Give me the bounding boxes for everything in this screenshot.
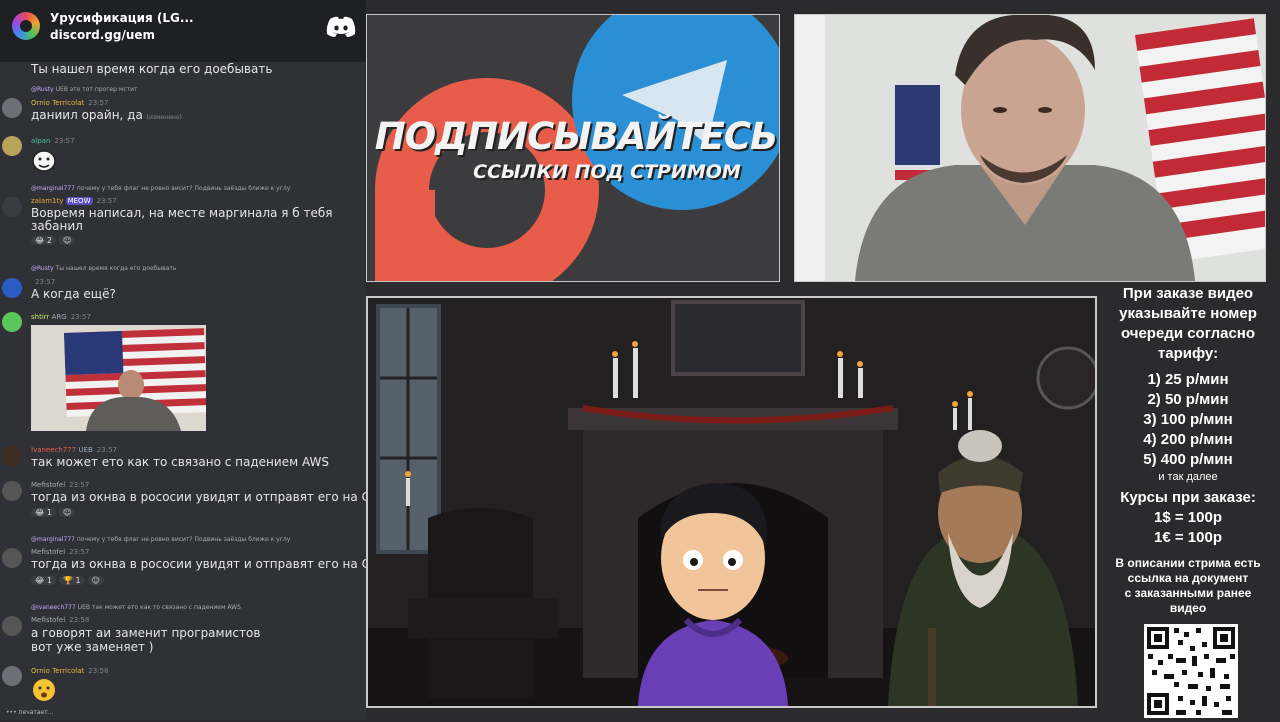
subscribe-banner: ПОДПИСЫВАЙТЕСЬ ССЫЛКИ ПОД СТРИМОМ (366, 14, 780, 282)
tariff-item: 4) 200 р/мин (1143, 431, 1233, 448)
username[interactable]: Ornio Terricolat 23:57 (31, 99, 108, 107)
username[interactable]: Ornio Terricolat 23:58 (31, 667, 108, 675)
desc-line: видео (1169, 601, 1207, 615)
username[interactable]: Ivaneech777 UEB 23:57 (31, 446, 117, 454)
message-text: А когда ещё? (31, 287, 116, 301)
sticker-icon (32, 150, 56, 172)
avatar[interactable] (2, 98, 22, 118)
message-text: Ты нашел время когда его доебывать (31, 62, 273, 76)
reply-preview: @Rusty UEB это тот прогер мстит (31, 86, 138, 93)
attached-image[interactable] (31, 325, 206, 431)
username[interactable]: shtirr ARG 23:57 (31, 313, 91, 321)
reply-preview: @Rusty Ты нашел время когда его доебыват… (31, 265, 177, 272)
discord-icon (326, 16, 356, 37)
reaction[interactable]: 😂 2 ☺ (31, 236, 78, 245)
chat-panel: Ты нашел время когда его доебывать @Rust… (0, 0, 366, 720)
info-intro-line: При заказе видео (1122, 285, 1254, 302)
username[interactable]: zalam1ty MEOW 23:57 (31, 197, 117, 205)
desc-line: ссылка на документ (1127, 571, 1249, 585)
tariff-etc: и так далее (1158, 471, 1218, 483)
server-invite-link[interactable]: discord.gg/uem (50, 28, 155, 42)
rates-title: Курсы при заказе: (1120, 489, 1256, 506)
reply-preview: @marginal777 почему у тебя флаг не ровно… (31, 185, 291, 192)
info-intro-line: тарифу: (1157, 345, 1219, 362)
reply-preview: @marginal777 почему у тебя флаг не ровно… (31, 536, 291, 543)
scene-video (366, 296, 1097, 708)
username[interactable]: 23:57 (31, 278, 55, 286)
username[interactable]: Mefistofel 23:58 (31, 616, 89, 624)
tariff-item: 1) 25 р/мин (1147, 371, 1229, 388)
webcam-feed (794, 14, 1266, 282)
message-text: Вовремя написал, на месте маргинала я б … (31, 206, 333, 220)
emoji-sticker-icon (33, 679, 55, 701)
avatar[interactable] (2, 481, 22, 501)
message-text: забанил (31, 219, 83, 233)
info-intro-line: очереди согласно (1120, 325, 1256, 342)
message-text: тогда из окнва в росоcии увидят и отправ… (31, 490, 366, 504)
server-name: Урусификация (LG... (50, 11, 194, 25)
avatar[interactable] (2, 616, 22, 636)
reaction[interactable]: 😂 1 🏆 1 ☺ (31, 576, 107, 585)
message-text: вот уже заменяет ) (31, 640, 154, 654)
avatar[interactable] (2, 197, 22, 217)
avatar[interactable] (2, 136, 22, 156)
avatar[interactable] (2, 666, 22, 686)
qr-code-icon (1144, 624, 1238, 718)
avatar[interactable] (2, 278, 22, 298)
server-logo (12, 12, 40, 40)
tariff-item: 2) 50 р/мин (1147, 391, 1229, 408)
message-text: даниил орайн, да (изменено) (31, 108, 182, 122)
rate-item: 1$ = 100р (1154, 509, 1222, 526)
server-card[interactable]: Урусификация (LG... discord.gg/uem (0, 0, 366, 62)
username[interactable]: alpan 23:57 (31, 137, 75, 145)
message-text: тогда из окнва в росоcии увидят и отправ… (31, 557, 366, 571)
username[interactable]: Mefistofel 23:57 (31, 548, 89, 556)
typing-indicator: ••• печатает... (6, 709, 54, 716)
message-text: а говорят аи заменит програмистов (31, 626, 261, 640)
avatar[interactable] (2, 446, 22, 466)
desc-line: с заказанными ранее (1124, 586, 1252, 600)
rate-item: 1€ = 100р (1154, 529, 1222, 546)
avatar[interactable] (2, 312, 22, 332)
tariff-item: 3) 100 р/мин (1143, 411, 1233, 428)
avatar[interactable] (2, 548, 22, 568)
info-intro-line: указывайте номер (1119, 305, 1257, 322)
reply-preview: @Ivaneech777 UEB так может ето как то св… (31, 604, 241, 611)
promo-title: ПОДПИСЫВАЙТЕСЬ (374, 115, 778, 158)
promo-subtitle: ССЫЛКИ ПОД СТРИМОМ (473, 161, 741, 183)
username[interactable]: Mefistofel 23:57 (31, 481, 89, 489)
info-panel: При заказе видео указывайте номер очеред… (1100, 284, 1276, 616)
tariff-item: 5) 400 р/мин (1143, 451, 1233, 468)
message-text: так может ето как то связано с падением … (31, 455, 329, 469)
desc-line: В описании стрима есть (1115, 556, 1261, 570)
reaction[interactable]: 😂 1 ☺ (31, 508, 78, 517)
